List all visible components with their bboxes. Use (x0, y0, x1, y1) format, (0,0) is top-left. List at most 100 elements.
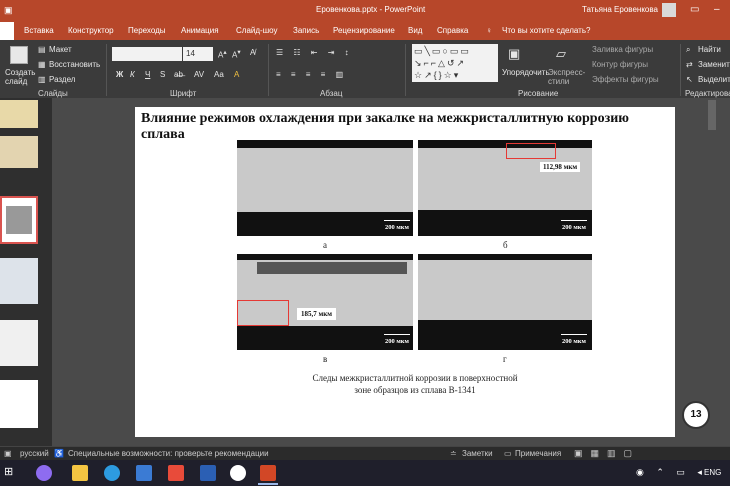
group-label-slides: Слайды (38, 89, 68, 98)
font-name-input[interactable] (112, 47, 182, 61)
lightbulb-icon: ♀ (486, 26, 492, 35)
arrange-icon[interactable]: ▣ (508, 46, 520, 62)
slide-thumbnail[interactable] (0, 380, 38, 428)
avatar[interactable] (662, 3, 676, 17)
section-icon: ▥ (38, 75, 46, 84)
shadow-button[interactable]: S (160, 70, 165, 79)
new-slide-button[interactable]: Создать слайд (5, 68, 35, 86)
shape-fill-button[interactable]: Заливка фигуры (592, 45, 653, 54)
tab-record[interactable]: Запись (293, 26, 319, 35)
notes-button[interactable]: Заметки (462, 449, 493, 458)
minimize-icon[interactable]: – (714, 4, 720, 15)
panel-letter: г (503, 354, 507, 364)
word-icon[interactable] (200, 465, 216, 481)
group-label-paragraph: Абзац (320, 89, 343, 98)
calculator-icon[interactable] (136, 465, 152, 481)
slide-thumbnail[interactable] (0, 100, 38, 128)
accessibility-status[interactable]: Специальные возможности: проверьте реком… (68, 449, 269, 458)
align-icons[interactable]: ≡ ≡ ≡ ≡ ▥ (276, 70, 347, 79)
layout-icon: ▤ (38, 45, 46, 54)
new-slide-icon[interactable] (10, 46, 28, 64)
bold-button[interactable]: Ж (116, 70, 123, 79)
group-label-font: Шрифт (170, 89, 197, 98)
tell-me-search[interactable]: Что вы хотите сделать? (502, 26, 590, 35)
scale-label: 200 мкм (385, 224, 409, 231)
yandex-browser-icon[interactable] (230, 465, 246, 481)
user-name[interactable]: Татьяна Еровенкова (582, 5, 658, 14)
tab-help[interactable]: Справка (437, 26, 468, 35)
quick-styles-icon[interactable]: ▱ (556, 46, 566, 62)
arrange-button[interactable]: Упорядочить (502, 68, 550, 77)
scale-label: 200 мкм (385, 338, 409, 345)
layout-button[interactable]: Макет (49, 45, 72, 54)
active-indicator (258, 483, 278, 485)
find-button[interactable]: Найти (698, 45, 721, 54)
divider (268, 44, 269, 96)
case-icon[interactable]: Aa (214, 70, 224, 79)
clear-format-icon[interactable]: A̸ (250, 48, 255, 57)
divider (106, 44, 107, 96)
input-language[interactable]: ENG (704, 468, 721, 477)
italic-button[interactable]: К (130, 70, 135, 79)
slide-thumbnail[interactable] (0, 136, 38, 168)
taskview-icon[interactable]: ⊞ (4, 465, 13, 478)
scale-label: 200 мкм (562, 224, 586, 231)
proofing-icon[interactable]: ▣ (4, 449, 12, 458)
slide-thumbnail-selected[interactable] (0, 196, 38, 244)
select-button[interactable]: Выделить (698, 75, 730, 84)
strikethrough-icon[interactable]: a̶b̶ (174, 70, 183, 79)
app-icon: ▣ (4, 5, 13, 15)
status-bar: ▣ русский ♿ Специальные возможности: про… (0, 446, 730, 460)
tab-animations[interactable]: Анимация (181, 26, 219, 35)
app-icon[interactable] (168, 465, 184, 481)
tab-review[interactable]: Рецензирование (333, 26, 395, 35)
shape-outline-button[interactable]: Контур фигуры (592, 60, 648, 69)
ribbon-display-icon[interactable]: ▭ (690, 4, 699, 15)
reset-button[interactable]: Восстановить (49, 60, 100, 69)
comments-button[interactable]: Примечания (515, 449, 561, 458)
shapes-gallery[interactable]: ▭╲▭○▭▭ ↘⌐⌐△↺↗ ☆↗{}☆▾ (412, 44, 498, 82)
slide-thumbnail[interactable] (0, 320, 38, 366)
grow-font-icon[interactable]: A▴ (218, 48, 227, 60)
tab-transitions[interactable]: Переходы (128, 26, 166, 35)
shape-effects-button[interactable]: Эффекты фигуры (592, 75, 659, 84)
measure-box (506, 143, 556, 159)
replace-button[interactable]: Заменить (698, 60, 730, 69)
edge-icon[interactable] (104, 465, 120, 481)
tab-insert[interactable]: Вставка (24, 26, 54, 35)
tab-view[interactable]: Вид (408, 26, 422, 35)
view-buttons[interactable]: ▣▦▥▢ (574, 448, 640, 459)
tab-slideshow[interactable]: Слайд-шоу (236, 26, 277, 35)
title-bar: ▣ Еровенкова.pptx - PowerPoint Татьяна Е… (0, 0, 730, 22)
font-color-icon[interactable]: A (234, 70, 239, 79)
spacing-icon[interactable]: AV (194, 70, 204, 79)
font-size-input[interactable]: 14 (183, 47, 213, 61)
section-button[interactable]: Раздел (49, 75, 75, 84)
slide-thumbnail[interactable] (0, 258, 38, 304)
tray-icons[interactable]: ◉ ⌃ ▭ ◂ (636, 467, 707, 478)
language-indicator[interactable]: русский (20, 449, 49, 458)
micrograph-d: 200 мкм (418, 254, 592, 350)
replace-icon: ⇄ (686, 60, 693, 69)
list-icons[interactable]: ☰ ☷ ⇤ ⇥ ↕ (276, 48, 353, 57)
slide-title[interactable]: Влияние режимов охлаждения при закалке н… (141, 111, 661, 143)
shrink-font-icon[interactable]: A▾ (232, 48, 241, 60)
tab-design[interactable]: Конструктор (68, 26, 114, 35)
page-number-badge: 13 (682, 401, 710, 429)
select-icon: ↖ (686, 75, 693, 84)
slide: Влияние режимов охлаждения при закалке н… (135, 107, 710, 437)
panel-letter: б (503, 240, 508, 250)
panel-letter: в (323, 354, 328, 364)
accessibility-icon: ♿ (54, 449, 64, 458)
powerpoint-icon[interactable] (260, 465, 276, 481)
quick-styles-button[interactable]: Экспресс-стили (548, 68, 588, 86)
underline-button[interactable]: Ч (145, 70, 150, 79)
micrograph-b: 112,98 мкм 200 мкм (418, 140, 592, 236)
tab-home[interactable] (0, 22, 14, 40)
figure-caption[interactable]: Следы межкристаллитной коррозии в поверх… (308, 372, 522, 396)
canvas-scrollbar[interactable] (708, 100, 716, 130)
alice-icon[interactable] (36, 465, 52, 481)
divider (405, 44, 406, 96)
measure-label: 185,7 мкм (297, 308, 337, 320)
explorer-icon[interactable] (72, 465, 88, 481)
